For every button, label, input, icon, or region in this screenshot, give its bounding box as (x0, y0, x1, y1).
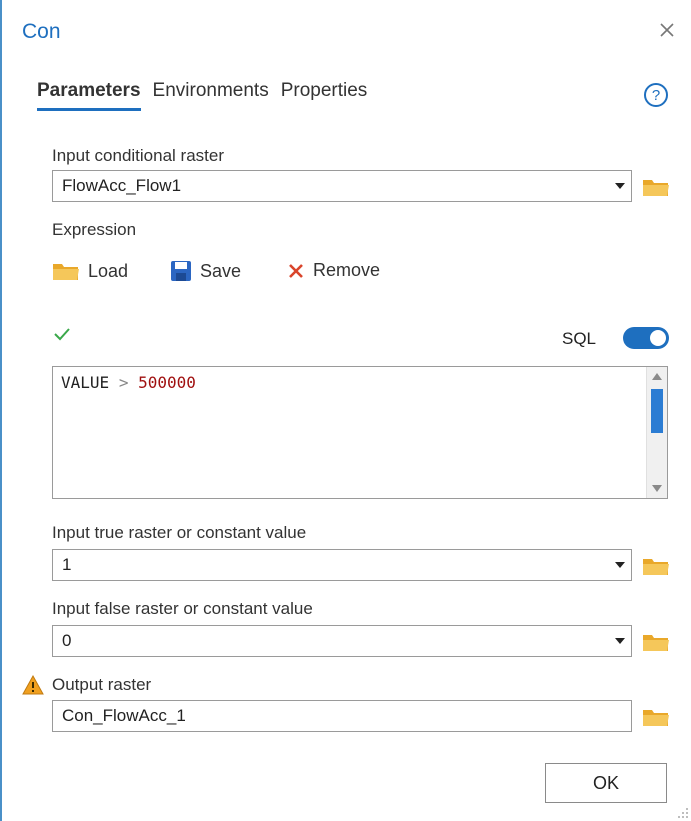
remove-label: Remove (313, 260, 381, 280)
load-label: Load (88, 260, 129, 281)
pane-title: Con (22, 20, 61, 43)
help-button[interactable]: ? (643, 82, 669, 108)
expression-field: VALUE (61, 373, 110, 392)
output-raster-label: Output raster (52, 675, 152, 694)
remove-button[interactable]: Remove (287, 260, 380, 281)
save-button[interactable]: Save (170, 260, 241, 282)
folder-icon[interactable] (642, 631, 670, 653)
close-icon (660, 23, 674, 37)
toggle-knob (650, 330, 666, 346)
ok-button[interactable]: OK (545, 763, 667, 803)
input-false-label: Input false raster or constant value (52, 599, 313, 618)
warning-icon (22, 675, 44, 695)
expression-value: 500000 (138, 373, 196, 392)
scroll-down-arrow-icon[interactable] (652, 485, 662, 492)
folder-icon[interactable] (642, 555, 670, 577)
close-button[interactable] (655, 18, 679, 42)
sql-label: SQL (562, 329, 597, 348)
folder-icon[interactable] (642, 706, 670, 728)
save-label: Save (200, 260, 242, 281)
tab-environments[interactable]: Environments (153, 80, 269, 111)
tab-bar: Parameters Environments Properties (37, 80, 367, 111)
save-disk-icon (171, 261, 191, 281)
input-conditional-raster-label: Input conditional raster (52, 146, 224, 165)
input-true-dropdown[interactable]: 1 (52, 549, 632, 581)
geoprocessing-pane: Con Parameters Environments Properties ?… (0, 0, 691, 821)
input-true-label: Input true raster or constant value (52, 523, 307, 542)
expression-operator: > (118, 373, 129, 392)
resize-grip-icon[interactable] (677, 807, 689, 819)
input-false-dropdown[interactable]: 0 (52, 625, 632, 657)
help-icon: ? (644, 83, 668, 107)
output-raster-field[interactable]: Con_FlowAcc_1 (52, 700, 632, 732)
chevron-down-icon[interactable] (609, 549, 631, 581)
input-conditional-raster-value: FlowAcc_Flow1 (62, 176, 182, 195)
input-conditional-raster-dropdown[interactable]: FlowAcc_Flow1 (52, 170, 632, 202)
input-false-value: 0 (62, 631, 72, 650)
svg-text:?: ? (652, 87, 660, 104)
tab-properties[interactable]: Properties (281, 80, 368, 111)
scrollbar-thumb[interactable] (651, 389, 663, 433)
expression-editor[interactable]: VALUE > 500000 (52, 366, 668, 499)
load-button[interactable]: Load (52, 260, 128, 282)
expression-label: Expression (52, 220, 137, 239)
vertical-scrollbar[interactable] (646, 367, 667, 498)
chevron-down-icon[interactable] (609, 625, 631, 657)
checkmark-icon (54, 328, 70, 341)
sql-toggle[interactable] (623, 327, 669, 349)
folder-open-icon (53, 264, 79, 280)
remove-x-icon (289, 263, 303, 278)
input-true-value: 1 (62, 555, 72, 574)
tab-parameters[interactable]: Parameters (37, 80, 141, 111)
expression-text: VALUE > 500000 (61, 373, 196, 392)
scroll-up-arrow-icon[interactable] (652, 373, 662, 380)
chevron-down-icon[interactable] (609, 170, 631, 202)
folder-icon[interactable] (642, 176, 670, 198)
